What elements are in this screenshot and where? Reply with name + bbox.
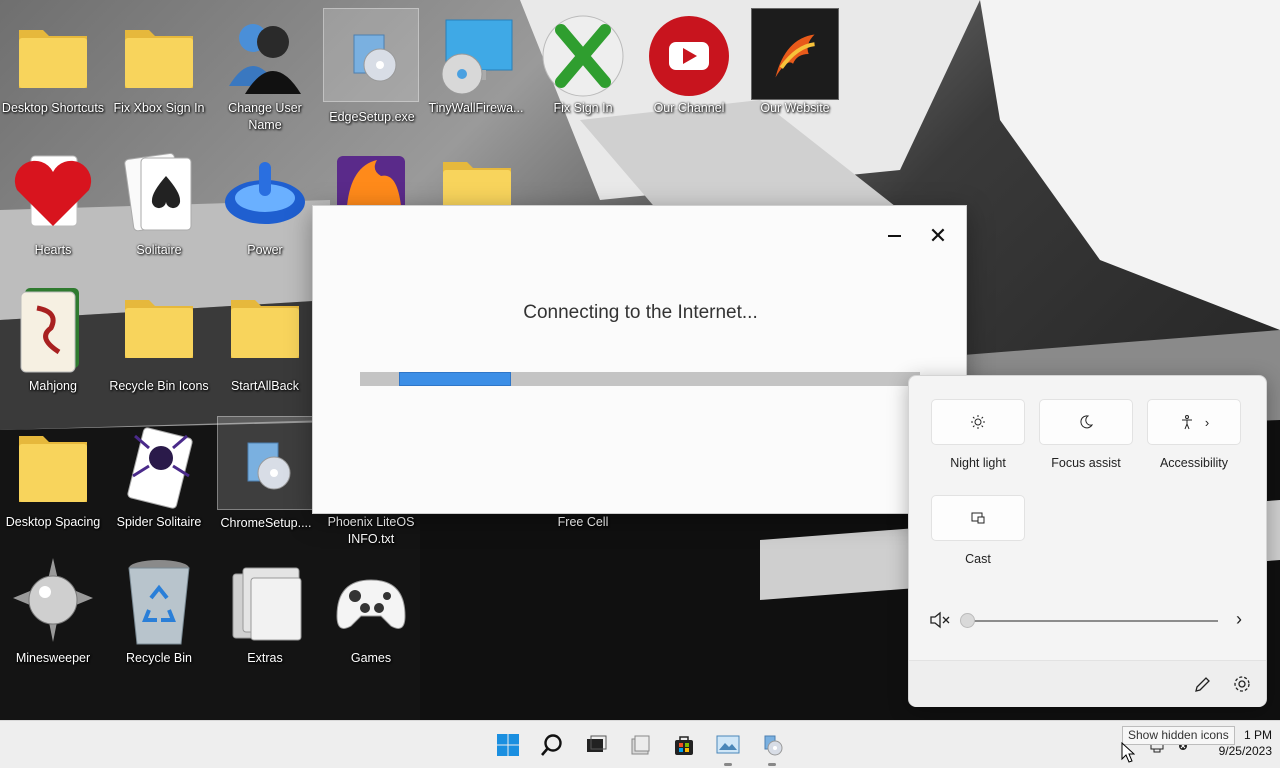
file-explorer-button[interactable]: [624, 729, 656, 761]
heart-card-icon: [14, 155, 92, 227]
clock-date: 9/25/2023: [1218, 744, 1272, 758]
night-light-toggle[interactable]: [931, 399, 1025, 445]
desktop-icon-edge-setup[interactable]: EdgeSetup.exe: [323, 8, 419, 124]
desktop-icon-hearts[interactable]: Hearts: [0, 138, 106, 274]
status-message: Connecting to the Internet...: [523, 302, 758, 323]
folder-icon: [125, 30, 193, 88]
folder-icon: [19, 30, 87, 88]
running-indicator: [724, 763, 732, 766]
mine-icon: [13, 558, 93, 642]
store-button[interactable]: [668, 729, 700, 761]
folder-icon: [231, 300, 299, 358]
gear-icon[interactable]: [1232, 674, 1252, 694]
power-icon: [225, 162, 305, 224]
desktop-icon-desktop-spacing[interactable]: Desktop Spacing: [0, 410, 106, 546]
desktop-icon-folder[interactable]: [424, 138, 530, 206]
users-icon: [229, 24, 301, 94]
phoenix-logo-icon: [751, 8, 839, 100]
folder-icon: [19, 436, 87, 502]
youtube-icon: [649, 16, 729, 96]
desktop-icon-mahjong[interactable]: Mahjong: [0, 274, 106, 410]
chevron-right-icon[interactable]: ›: [1229, 609, 1249, 633]
installer-icon: [353, 34, 397, 82]
photos-button[interactable]: [712, 729, 744, 766]
search-button[interactable]: [536, 729, 568, 761]
desktop-icon-desktop-shortcuts[interactable]: Desktop Shortcuts: [0, 0, 106, 136]
desktop-icon-recycle-bin[interactable]: Recycle Bin: [106, 546, 212, 682]
mouse-cursor-icon: [1121, 742, 1135, 763]
taskbar: 1 PM 9/25/2023: [0, 720, 1280, 768]
desktop-icon-fix-sign-in[interactable]: Fix Sign In: [530, 0, 636, 136]
xbox-icon: [542, 15, 624, 97]
desktop-icon-extras[interactable]: Extras: [212, 546, 318, 682]
spider-card-icon: [127, 427, 193, 509]
store-icon: [675, 736, 693, 755]
desktop-icon-spider-solitaire[interactable]: Spider Solitaire: [106, 410, 212, 546]
setup-button[interactable]: [756, 729, 788, 766]
desktop-icon-power[interactable]: Power: [212, 138, 318, 274]
recycle-bin-icon: [128, 560, 190, 645]
desktop-icon-solitaire[interactable]: Solitaire: [106, 138, 212, 274]
quick-settings-panel: Night light Focus assist › Accessibility…: [908, 375, 1267, 707]
monitor-icon: [441, 19, 513, 95]
desktop-icon-firefox[interactable]: [318, 138, 424, 206]
progress-bar: [360, 372, 920, 386]
volume-slider-track[interactable]: [965, 620, 1218, 622]
focus-assist-toggle[interactable]: [1039, 399, 1133, 445]
cast-toggle[interactable]: [931, 495, 1025, 541]
volume-slider-thumb[interactable]: [960, 613, 975, 628]
brightness-icon: [971, 415, 985, 429]
folder-stack-icon: [232, 567, 302, 641]
cast-icon: [971, 512, 985, 524]
file-explorer-icon: [631, 735, 650, 755]
progress-bar-fill: [399, 372, 511, 386]
chevron-right-icon: ›: [1204, 414, 1210, 430]
moon-icon: [1080, 415, 1094, 429]
installer-icon: [247, 442, 291, 490]
photos-icon: [716, 735, 740, 754]
folder-icon: [443, 162, 511, 206]
desktop-icon-our-channel[interactable]: Our Channel: [636, 0, 742, 136]
setup-icon: [764, 735, 783, 756]
task-view-button[interactable]: [580, 729, 612, 761]
pencil-icon[interactable]: [1192, 675, 1212, 695]
tooltip: Show hidden icons: [1122, 726, 1235, 745]
quick-settings-footer: [909, 660, 1266, 707]
accessibility-icon: [1181, 415, 1192, 430]
desktop-icon-recycle-bin-icons[interactable]: Recycle Bin Icons: [106, 274, 212, 410]
gamepad-icon: [336, 579, 406, 629]
desktop-icon-games[interactable]: Games: [318, 546, 424, 682]
spade-card-icon: [124, 153, 192, 232]
desktop-icon-chrome-setup[interactable]: ChromeSetup....: [217, 416, 313, 530]
start-button[interactable]: [492, 729, 524, 761]
folder-icon: [125, 300, 193, 358]
desktop-icon-fix-xbox-sign-in[interactable]: Fix Xbox Sign In: [106, 0, 212, 136]
desktop-icon-tinywall-firewall[interactable]: TinyWallFirewa...: [423, 0, 529, 136]
task-view-icon: [587, 735, 607, 752]
running-indicator: [768, 763, 776, 766]
windows-logo-icon: [497, 734, 519, 756]
accessibility-toggle[interactable]: ›: [1147, 399, 1241, 445]
desktop-icon-startallback[interactable]: StartAllBack: [212, 274, 318, 410]
close-button[interactable]: ✕: [923, 222, 953, 250]
desktop-icon-change-user-name[interactable]: Change User Name: [212, 0, 318, 136]
search-icon: [541, 734, 562, 756]
speaker-muted-icon[interactable]: [929, 610, 951, 630]
mahjong-tile-icon: [20, 288, 79, 373]
connecting-dialog: ✕ Connecting to the Internet...: [312, 205, 967, 514]
minimize-button[interactable]: [879, 222, 909, 250]
firefox-icon: [337, 156, 405, 206]
desktop-icon-our-website[interactable]: Our Website: [742, 0, 848, 136]
desktop-icon-minesweeper[interactable]: Minesweeper: [0, 546, 106, 682]
